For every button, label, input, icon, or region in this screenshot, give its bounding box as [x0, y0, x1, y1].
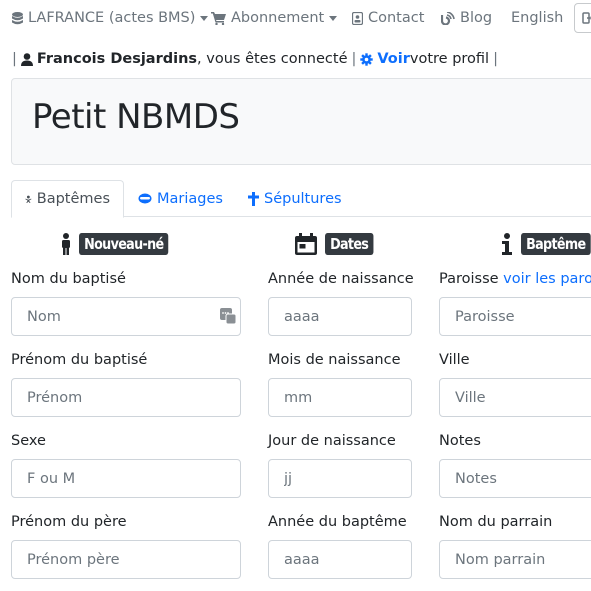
separator: |	[351, 51, 357, 67]
label-prenom-pere: Prénom du père	[11, 514, 127, 530]
input-prenom-baptise[interactable]	[11, 378, 241, 417]
tab-label: Sépultures	[264, 190, 342, 207]
input-paroisse[interactable]	[439, 297, 591, 336]
input-prenom-pere[interactable]	[11, 540, 241, 579]
top-navbar: LAFRANCE (actes BMS) Abonnement Contact …	[0, 0, 591, 36]
nav-contact-link[interactable]: Contact	[352, 9, 424, 27]
nav-database-dropdown[interactable]: LAFRANCE (actes BMS)	[12, 9, 209, 27]
input-jour-naissance[interactable]	[268, 459, 412, 498]
input-sexe[interactable]	[11, 459, 241, 498]
label-ville: Ville	[439, 352, 470, 368]
label-paroisse-text: Paroisse	[439, 271, 499, 287]
chevron-down-icon	[329, 15, 338, 21]
input-mois-naissance[interactable]	[268, 378, 412, 417]
user-name: Francois Desjardins	[36, 51, 198, 67]
input-notes[interactable]	[439, 459, 591, 498]
connected-text: , vous êtes connecté	[197, 51, 348, 67]
label-nom-parrain: Nom du parrain	[439, 514, 553, 530]
tab-baptemes[interactable]: Baptêmes	[11, 180, 124, 218]
tab-mariages[interactable]: Mariages	[125, 180, 236, 217]
ring-icon	[138, 193, 152, 204]
separator: |	[493, 51, 498, 67]
section-newborn-header: Nouveau-né	[61, 233, 184, 255]
label-annee-bapteme: Année du baptême	[268, 514, 407, 530]
input-nom-baptise[interactable]	[11, 297, 241, 336]
cross-icon	[248, 191, 259, 206]
nav-blog-label: Blog	[460, 10, 493, 26]
chevron-down-icon	[200, 15, 209, 21]
input-annee-bapteme[interactable]	[268, 540, 412, 579]
person-icon	[62, 233, 70, 255]
logout-button[interactable]	[574, 3, 591, 33]
section-baptism-header: Baptême	[501, 233, 591, 255]
label-sexe: Sexe	[11, 433, 46, 449]
label-jour-naissance: Jour de naissance	[268, 433, 396, 449]
info-icon	[502, 233, 512, 255]
nav-database-label: LAFRANCE (actes BMS)	[28, 10, 196, 26]
view-parishes-link[interactable]: voir les paroisses	[503, 271, 591, 287]
view-profile-label: Voir	[377, 51, 410, 67]
label-notes: Notes	[439, 433, 481, 449]
autofill-icon[interactable]	[220, 308, 236, 324]
page-title: Petit NBMDS	[32, 97, 240, 137]
sign-out-icon	[582, 12, 591, 24]
calendar-icon	[295, 233, 317, 255]
tab-label: Baptêmes	[36, 191, 110, 207]
section-badge: Baptême	[521, 233, 591, 255]
record-type-tabs: Baptêmes Mariages Sépultures	[11, 180, 591, 218]
nav-subscription-dropdown[interactable]: Abonnement	[211, 9, 338, 27]
input-annee-naissance[interactable]	[268, 297, 412, 336]
section-badge: Dates	[325, 233, 374, 255]
label-nom-baptise: Nom du baptisé	[11, 271, 126, 287]
cart-icon	[211, 11, 226, 25]
user-status-line: | Francois Desjardins , vous êtes connec…	[12, 51, 502, 67]
label-prenom-baptise: Prénom du baptisé	[11, 352, 148, 368]
nav-subscription-label: Abonnement	[231, 10, 325, 26]
section-badge: Nouveau-né	[79, 233, 169, 255]
profile-text: votre profil	[409, 51, 490, 67]
label-mois-naissance: Mois de naissance	[268, 352, 401, 368]
input-ville[interactable]	[439, 378, 591, 417]
label-annee-naissance: Année de naissance	[268, 271, 414, 287]
gear-icon	[360, 52, 374, 66]
nav-blog-link[interactable]: Blog	[441, 9, 492, 27]
view-profile-link[interactable]: Voir	[360, 51, 410, 67]
page-header: Petit NBMDS	[11, 78, 591, 165]
tab-sepultures[interactable]: Sépultures	[235, 180, 355, 217]
address-card-icon	[352, 11, 363, 25]
label-paroisse: Paroisse voir les paroisses	[439, 271, 591, 287]
tab-label: Mariages	[157, 190, 223, 207]
input-nom-parrain[interactable]	[439, 540, 591, 579]
section-dates-header: Dates	[295, 233, 382, 255]
database-icon	[12, 11, 23, 24]
nav-contact-label: Contact	[368, 10, 425, 26]
nav-language-link[interactable]: English	[511, 9, 563, 27]
baby-icon	[25, 195, 32, 203]
user-icon	[20, 52, 33, 66]
blog-icon	[441, 11, 455, 25]
nav-language-label: English	[511, 10, 564, 26]
separator: |	[12, 51, 17, 67]
